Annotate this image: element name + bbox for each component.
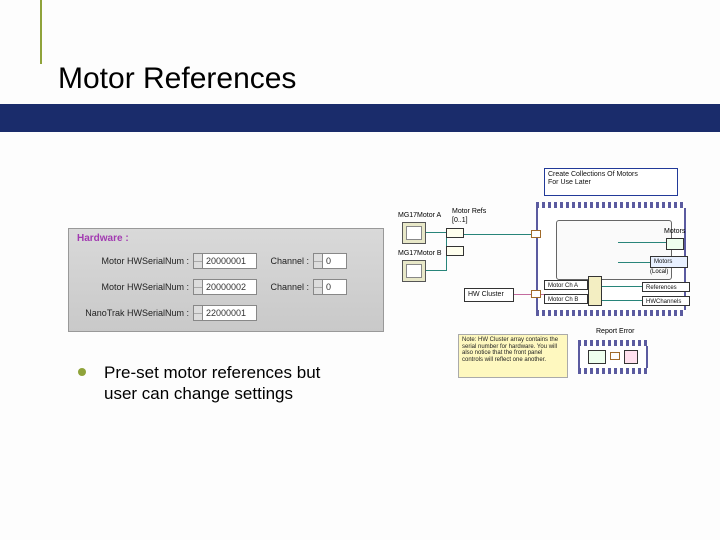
channel-stepper-1[interactable]: 0 [313, 279, 347, 295]
hw-cluster-node: HW Cluster [464, 288, 514, 302]
err-subvi [588, 350, 606, 364]
motor-a-label: MG17Motor A [398, 212, 441, 219]
bullet-icon [78, 368, 86, 376]
hw-serial-stepper-1[interactable]: 20000002 [193, 279, 257, 295]
motor-a-control [402, 222, 426, 244]
build-array-node [446, 246, 464, 256]
motor-cha-label: Motor Ch A [544, 280, 588, 290]
tunnel-icon [610, 352, 620, 360]
hw-label: Motor HWSerialNum : [77, 282, 193, 292]
hw-label: NanoTrak HWSerialNum : [77, 308, 193, 318]
local-label: (Local) [650, 269, 668, 275]
stepper-buttons-icon[interactable] [193, 279, 203, 295]
hw-row-0: Motor HWSerialNum : 20000001 Channel : 0 [77, 251, 377, 271]
channel-value[interactable]: 0 [323, 279, 347, 295]
hwchannels-label: HWChannels [642, 296, 690, 306]
hw-row-2: NanoTrak HWSerialNum : 22000001 [77, 303, 377, 323]
bullet-text: Pre-set motor references but user can ch… [104, 362, 358, 405]
channel-label: Channel : [257, 256, 313, 266]
motors-sub-label: Motors [650, 256, 688, 268]
hw-serial-value[interactable]: 20000002 [203, 279, 257, 295]
motor-b-label: MG17Motor B [398, 250, 442, 257]
references-label: References [642, 282, 690, 292]
channel-stepper-0[interactable]: 0 [313, 253, 347, 269]
hardware-heading: Hardware : [77, 233, 129, 244]
bundle-node [588, 276, 602, 306]
motor-refs-array: [0..1] [452, 217, 468, 224]
block-diagram: Create Collections Of Motors For Use Lat… [388, 168, 690, 424]
tunnel-icon [531, 230, 541, 238]
stepper-buttons-icon[interactable] [193, 305, 203, 321]
hardware-panel: Hardware : Motor HWSerialNum : 20000001 … [68, 228, 384, 332]
motor-refs-label: Motor Refs [452, 208, 486, 215]
hw-serial-stepper-2[interactable]: 22000001 [193, 305, 257, 321]
title-bar [0, 104, 720, 132]
hw-serial-value[interactable]: 20000001 [203, 253, 257, 269]
note-box: Note: HW Cluster array contains the seri… [458, 334, 568, 378]
hw-label: Motor HWSerialNum : [77, 256, 193, 266]
comment-box: Create Collections Of Motors For Use Lat… [544, 168, 678, 196]
bullet-item: Pre-set motor references but user can ch… [78, 362, 358, 405]
accent-line [40, 0, 42, 64]
hw-serial-stepper-0[interactable]: 20000001 [193, 253, 257, 269]
err-out [624, 350, 638, 364]
build-array-node [446, 228, 464, 238]
stepper-buttons-icon[interactable] [313, 253, 323, 269]
motor-b-control [402, 260, 426, 282]
motors-indicator [666, 238, 684, 250]
stepper-buttons-icon[interactable] [313, 279, 323, 295]
tunnel-icon [531, 290, 541, 298]
stepper-buttons-icon[interactable] [193, 253, 203, 269]
motors-out-label: Motors [664, 228, 685, 235]
report-error-label: Report Error [596, 328, 635, 335]
hw-serial-value[interactable]: 22000001 [203, 305, 257, 321]
page-title: Motor References [58, 62, 296, 96]
channel-label: Channel : [257, 282, 313, 292]
channel-value[interactable]: 0 [323, 253, 347, 269]
hw-row-1: Motor HWSerialNum : 20000002 Channel : 0 [77, 277, 377, 297]
motor-chb-label: Motor Ch B [544, 294, 588, 304]
